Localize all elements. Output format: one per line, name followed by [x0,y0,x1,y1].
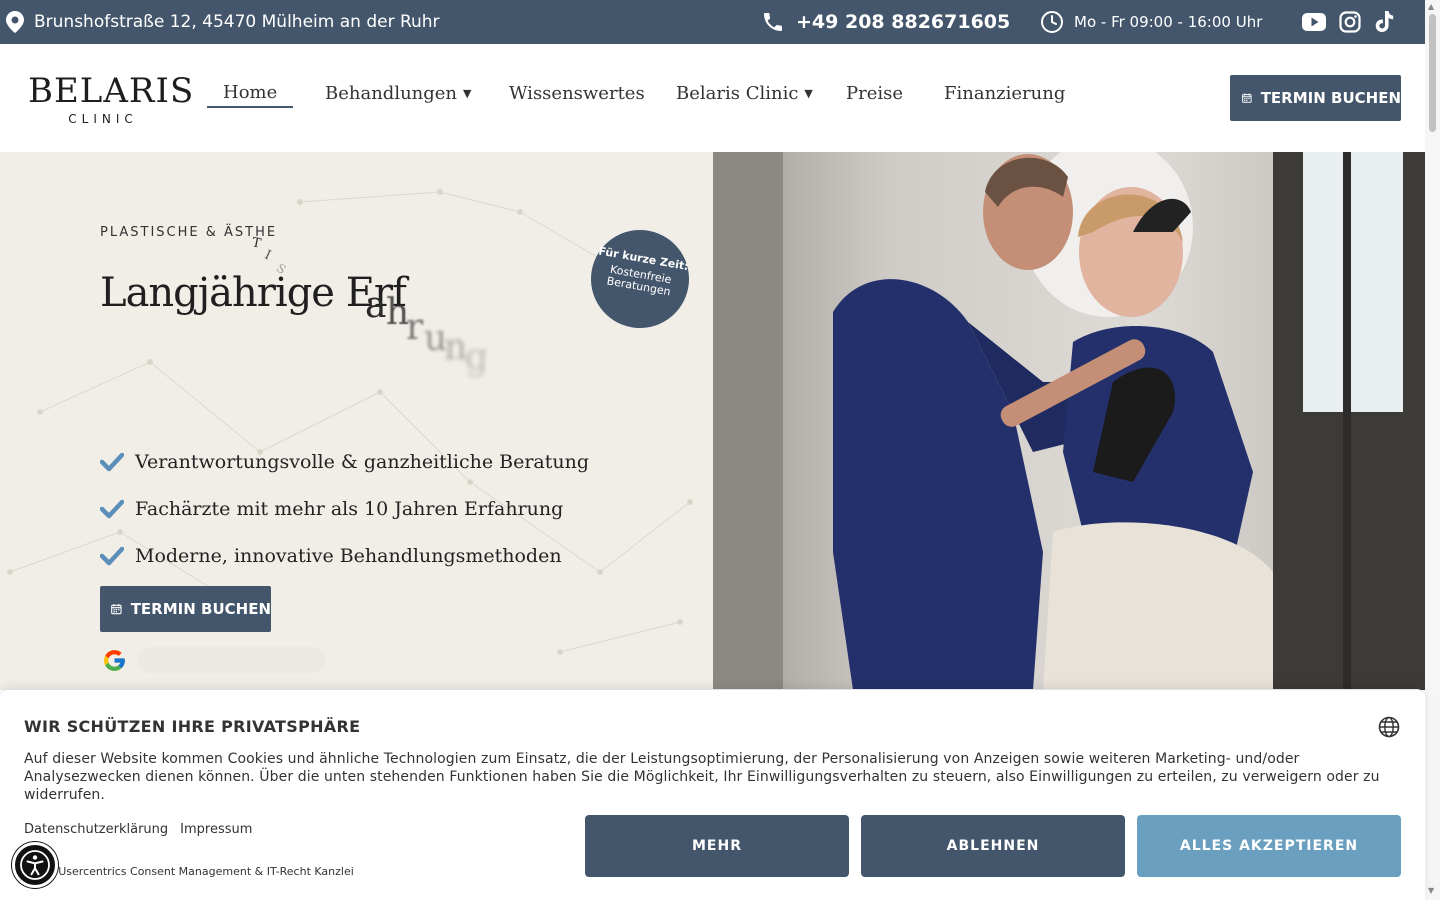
nav-item-belaris-clinic[interactable]: Belaris Clinic ▼ [676,78,813,108]
consent-title: WIR SCHÜTZEN IHRE PRIVATSPHÄRE [24,717,361,736]
book-appointment-button[interactable]: TERMIN BUCHEN [1230,75,1401,121]
chevron-down-icon: ▼ [463,86,472,100]
headline-letter: n [444,327,468,368]
privacy-policy-link[interactable]: Datenschutzerklärung [24,822,168,837]
opening-hours: Mo - Fr 09:00 - 16:00 Uhr [1040,0,1262,44]
calendar-icon [1242,93,1252,103]
button-label: TERMIN BUCHEN [130,600,271,618]
accept-all-button[interactable]: ALLES AKZEPTIEREN [1137,815,1401,877]
hero-content: PLASTISCHE & ÄSTHE T I S Langjährige Erf… [0,152,713,690]
headline-letter: g [465,337,489,378]
checkmark-icon [100,452,124,471]
location-pin-icon [6,11,24,33]
nav-label: Finanzierung [944,82,1066,104]
logo-subline: CLINIC [68,112,138,126]
top-info-bar: Brunshofstraße 12, 45470 Mülheim an der … [0,0,1425,44]
clock-icon [1041,11,1063,33]
chevron-down-icon: ▼ [804,86,813,100]
page-scrollbar[interactable]: ▲ ▼ [1425,0,1440,900]
hero-eyebrow: PLASTISCHE & ÄSTHE [100,225,278,240]
tiktok-icon[interactable] [1374,11,1394,33]
hero-book-appointment-button[interactable]: TERMIN BUCHEN [100,586,271,632]
nav-label: Behandlungen [325,82,458,104]
headline-letter: a [365,285,387,326]
rating-placeholder [137,647,325,673]
phone-icon [764,13,782,31]
nav-item-finanzierung[interactable]: Finanzierung [944,78,1065,108]
treatment-photo [713,152,1425,690]
list-item: Moderne, innovative Behandlungsmethoden [100,532,589,579]
google-reviews[interactable] [102,647,325,673]
cookie-consent-banner: WIR SCHÜTZEN IHRE PRIVATSPHÄRE Auf diese… [0,689,1425,900]
phone-link[interactable]: +49 208 882671605 [760,0,1010,44]
logo-wordmark: BELARIS [28,71,195,111]
hours-text: Mo - Fr 09:00 - 16:00 Uhr [1074,13,1263,31]
imprint-link[interactable]: Impressum [180,822,252,837]
address-text: Brunshofstraße 12, 45470 Mülheim an der … [34,12,440,32]
accessibility-button[interactable] [12,842,58,888]
list-item: Fachärzte mit mehr als 10 Jahren Erfahru… [100,485,589,532]
consent-links: Datenschutzerklärung Impressum [24,822,252,837]
benefit-list: Verantwortungsvolle & ganzheitliche Bera… [100,438,589,579]
scrollbar-thumb[interactable] [1429,14,1436,132]
button-label: TERMIN BUCHEN [1260,89,1401,107]
address[interactable]: Brunshofstraße 12, 45470 Mülheim an der … [6,0,440,44]
belaris-logo[interactable]: BELARIS CLINIC [28,71,195,126]
checkmark-icon [100,499,124,518]
benefit-text: Verantwortungsvolle & ganzheitliche Bera… [135,450,590,473]
more-button[interactable]: MEHR [585,815,849,877]
hero-photo [713,152,1425,690]
main-header: BELARIS CLINIC Home Behandlungen ▼ Wisse… [0,44,1425,152]
benefit-text: Moderne, innovative Behandlungsmethoden [135,544,562,567]
headline-letter: r [406,307,424,348]
youtube-icon[interactable] [1302,13,1326,31]
consent-text: Auf dieser Website kommen Cookies und äh… [24,751,1380,803]
social-links [1302,0,1394,44]
nav-item-wissenswertes[interactable]: Wissenswertes [509,78,645,108]
calendar-icon [111,603,122,615]
phone-number: +49 208 882671605 [796,11,1011,33]
nav-item-behandlungen[interactable]: Behandlungen ▼ [325,78,472,108]
nav-label: Preise [846,82,904,104]
scroll-up-arrow-icon[interactable]: ▲ [1428,2,1434,11]
nav-item-preise[interactable]: Preise [846,78,903,108]
hero-section: PLASTISCHE & ÄSTHE T I S Langjährige Erf… [0,152,1425,690]
language-globe-icon[interactable] [1378,716,1400,738]
google-icon [104,649,125,671]
scroll-down-arrow-icon[interactable]: ▼ [1428,886,1434,895]
instagram-icon[interactable] [1339,11,1361,33]
nav-label: Belaris Clinic [676,82,799,104]
nav-item-home[interactable]: Home [207,78,294,108]
nav-label: Home [223,81,278,103]
hero-headline: Langjährige Erf [100,270,407,316]
list-item: Verantwortungsvolle & ganzheitliche Bera… [100,438,589,485]
decline-button[interactable]: ABLEHNEN [861,815,1125,877]
accessibility-icon [20,850,50,880]
benefit-text: Fachärzte mit mehr als 10 Jahren Erfahru… [135,497,564,520]
nav-label: Wissenswertes [509,82,645,104]
powered-by-text: ed by Usercentrics Consent Management & … [24,865,354,878]
checkmark-icon [100,546,124,565]
